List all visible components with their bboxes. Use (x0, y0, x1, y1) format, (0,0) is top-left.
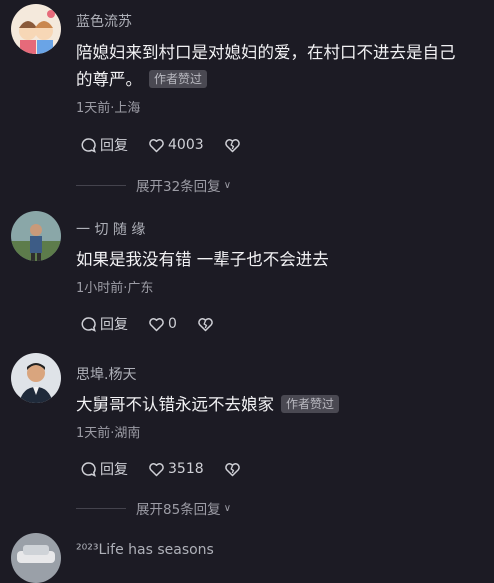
comment-actions: 回复 4003 (80, 134, 264, 156)
expand-replies-button[interactable]: 展开85条回复 ∨ (76, 498, 231, 518)
dislike-button[interactable] (224, 461, 244, 478)
username[interactable]: ²⁰²³Life has seasons (76, 542, 214, 558)
comment-bubble-icon (81, 137, 96, 153)
reply-button[interactable]: 回复 (80, 135, 128, 155)
username[interactable]: 思埠.杨天 (76, 364, 136, 384)
like-button[interactable]: 4003 (148, 137, 204, 154)
comment-text: 陪媳妇来到村口是对媳妇的爱，在村口不进去是自己 (76, 39, 494, 66)
reply-label: 回复 (100, 317, 128, 333)
reply-button[interactable]: 回复 (80, 314, 128, 334)
like-button[interactable]: 3518 (148, 461, 204, 478)
username[interactable]: 一 切 随 缘 (76, 219, 145, 239)
expand-replies-label: 展开32条回复 (136, 179, 221, 195)
comment-text: 如果是我没有错 一辈子也不会进去 (76, 250, 329, 269)
avatar[interactable] (11, 4, 61, 54)
author-liked-badge: 作者赞过 (281, 395, 340, 413)
broken-heart-icon (224, 138, 240, 152)
heart-icon (149, 317, 164, 331)
avatar[interactable] (11, 211, 61, 261)
like-count: 3518 (168, 461, 204, 477)
dislike-button[interactable] (197, 316, 217, 333)
comment-text-line2: 的尊严。 (76, 70, 142, 89)
author-liked-badge: 作者赞过 (149, 70, 208, 88)
broken-heart-icon (224, 462, 240, 476)
comment-text-line1: 陪媳妇来到村口是对媳妇的爱，在村口不进去是自己 (76, 43, 456, 62)
heart-icon (149, 138, 164, 152)
heart-icon (149, 462, 164, 476)
comment-meta: 1小时前·广东 (76, 281, 154, 296)
comment-bubble-icon (81, 316, 96, 332)
avatar[interactable] (11, 353, 61, 403)
like-button[interactable]: 0 (148, 316, 177, 333)
chevron-down-icon: ∨ (223, 179, 232, 191)
comment-text-line1: 大舅哥不认错永远不去娘家 (76, 395, 274, 414)
comment-actions: 回复 0 (80, 313, 237, 335)
dislike-button[interactable] (224, 137, 244, 154)
comment-actions: 回复 3518 (80, 458, 264, 480)
expand-replies-button[interactable]: 展开32条回复 ∨ (76, 175, 231, 195)
comment-meta: 1天前·上海 (76, 101, 141, 116)
divider (76, 507, 126, 509)
like-count: 0 (168, 316, 177, 332)
reply-label: 回复 (100, 462, 128, 478)
comment-bubble-icon (81, 461, 96, 477)
chevron-down-icon: ∨ (223, 502, 232, 514)
reply-label: 回复 (100, 138, 128, 154)
divider (76, 184, 126, 186)
reply-button[interactable]: 回复 (80, 459, 128, 479)
like-count: 4003 (168, 137, 204, 153)
broken-heart-icon (198, 317, 213, 331)
comment-text: 大舅哥不认错永远不去娘家 作者赞过 (76, 391, 494, 418)
username[interactable]: 蓝色流苏 (76, 11, 132, 31)
expand-replies-label: 展开85条回复 (136, 502, 221, 518)
avatar[interactable] (11, 533, 61, 583)
comment-text-continued: 的尊严。 作者赞过 (76, 66, 494, 93)
comment-meta: 1天前·湖南 (76, 426, 141, 441)
